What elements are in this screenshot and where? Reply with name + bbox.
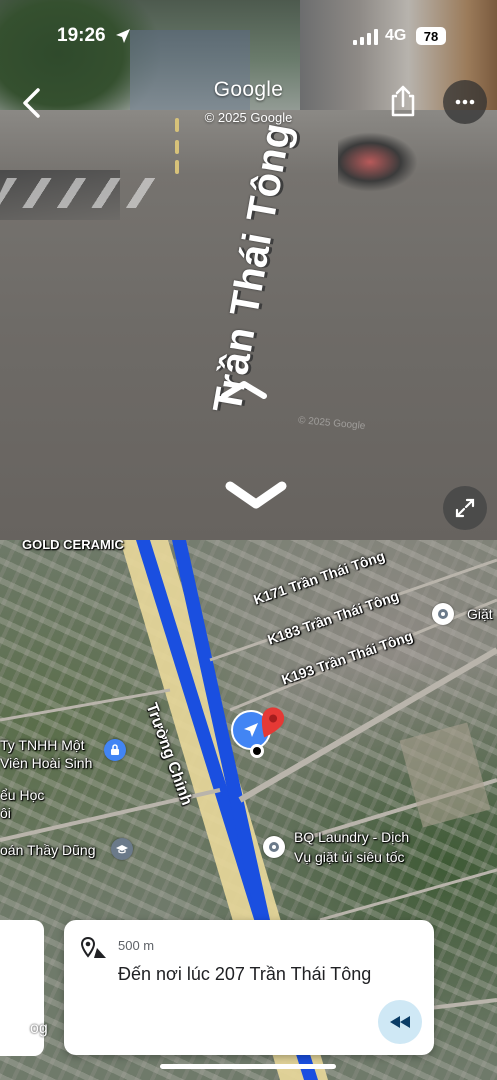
status-bar: 19:26 4G 78 <box>0 0 497 74</box>
cellular-signal-icon <box>353 29 378 45</box>
open-field <box>399 722 491 828</box>
school-cap-icon <box>116 845 128 854</box>
lock-icon <box>111 744 119 755</box>
previous-step-card-text: og <box>30 1020 48 1037</box>
poi-label-school-line2[interactable]: ôi <box>0 805 11 821</box>
poi-label-thay-dung[interactable]: oán Thầy Dũng <box>0 842 95 858</box>
poi-marker[interactable] <box>432 603 454 625</box>
poi-dot-icon <box>438 609 448 619</box>
poi-marker-company[interactable] <box>104 739 126 761</box>
crosswalk <box>0 178 157 208</box>
map-label-gold-ceramic: GOLD CERAMIC <box>22 540 124 552</box>
imagery-copyright: © 2025 Google <box>204 110 293 125</box>
rewind-button[interactable] <box>378 1000 422 1044</box>
step-distance: 500 m <box>118 938 155 953</box>
poi-label-company-line1[interactable]: Ty TNHH Một <box>0 737 85 753</box>
poi-label-company-line2[interactable]: Viên Hoài Sinh <box>0 755 92 771</box>
battery-level: 78 <box>416 27 446 45</box>
poi-label-laundry-line2[interactable]: Vụ giặt ủi siêu tốc <box>294 849 405 865</box>
destination-dot-icon <box>250 744 264 758</box>
arrival-destination: Đến nơi lúc 207 Trần Thái Tông <box>118 964 372 984</box>
clock: 19:26 <box>57 25 106 46</box>
more-options-button[interactable] <box>443 80 487 124</box>
poi-label-giat[interactable]: Giặt <box>467 606 493 622</box>
fullscreen-button[interactable] <box>443 486 487 530</box>
poi-marker-laundry[interactable] <box>263 836 285 858</box>
google-wordmark: Google <box>213 78 284 101</box>
share-icon[interactable] <box>388 84 418 118</box>
parked-motorbike <box>338 132 418 192</box>
poi-label-laundry-line1[interactable]: BQ Laundry - Dịch <box>294 829 409 845</box>
destination-pin-icon[interactable] <box>258 706 284 740</box>
destination-flag-icon <box>80 936 106 958</box>
location-services-icon <box>116 29 130 43</box>
move-backward-chevron-icon[interactable] <box>224 478 288 516</box>
poi-marker-school[interactable] <box>111 838 133 860</box>
rewind-icon <box>390 1016 410 1028</box>
poi-dot-icon <box>269 842 279 852</box>
center-line <box>175 140 179 154</box>
navigation-step-card[interactable]: 500 m Đến nơi lúc 207 Trần Thái Tông <box>64 920 434 1055</box>
side-street <box>319 868 497 922</box>
poi-label-school-line1[interactable]: ểu Học <box>0 787 44 803</box>
home-indicator[interactable] <box>160 1064 336 1069</box>
move-forward-chevron-icon[interactable] <box>220 378 268 400</box>
expand-icon <box>455 498 475 518</box>
more-horizontal-icon <box>455 99 475 105</box>
network-type: 4G <box>385 27 407 44</box>
center-line <box>175 160 179 174</box>
